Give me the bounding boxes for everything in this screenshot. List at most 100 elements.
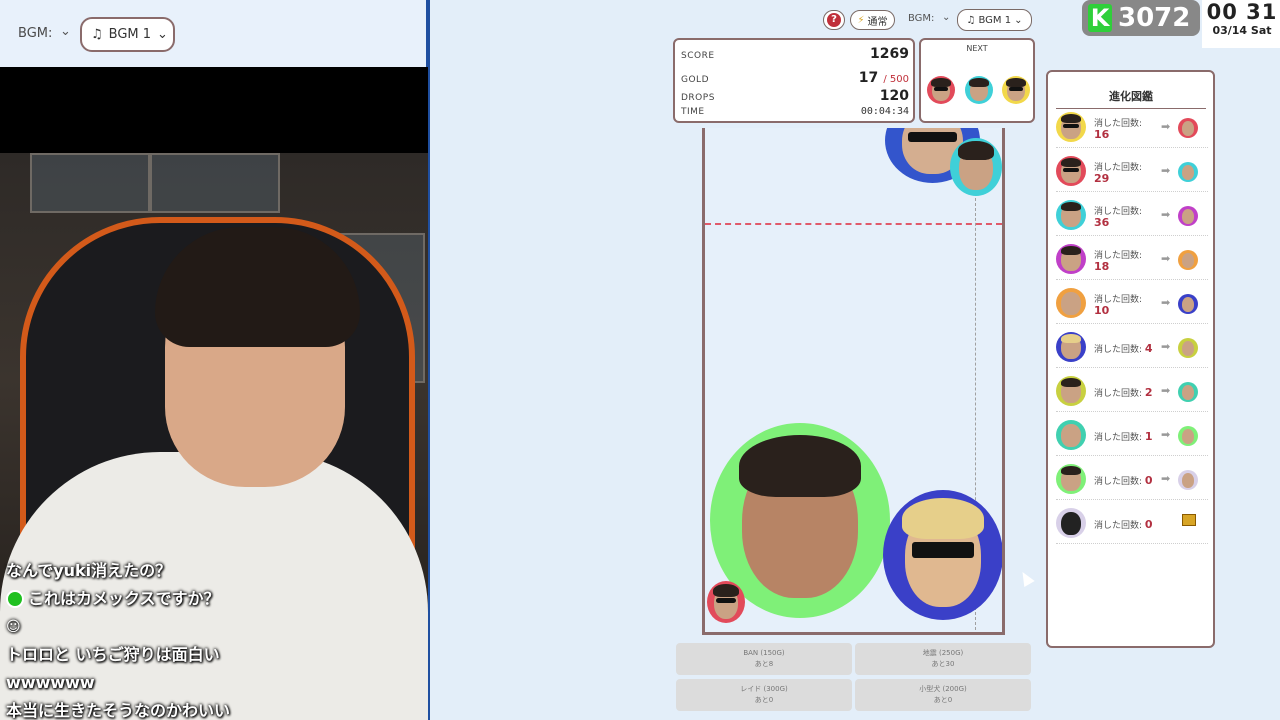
evo-count: 2 [1144,386,1153,399]
score-label: SCORE [681,51,715,61]
chat-text: wwwwww [6,673,95,692]
crown-icon [1182,514,1196,526]
evolution-row: 消した回数: 16 ➡ [1056,108,1208,148]
evolution-row: 消した回数: 0 ➡ [1056,460,1208,500]
evolution-panel: 進化図鑑 消した回数: 16 ➡ 消した回数: 29 ➡ 消した回数: 36 ➡ [1046,70,1215,648]
evo-count: 10 [1094,304,1110,317]
chevron-down-icon: ⌄ [1014,14,1023,26]
ban-button[interactable]: BAN (150G) あと8 [676,643,852,675]
evo-next-face [1178,382,1198,402]
evo-label: 消した回数: [1094,345,1143,355]
evo-count: 0 [1144,518,1153,531]
evo-next-face [1178,118,1198,138]
mouse-cursor-icon [1017,568,1035,588]
arrow-right-icon: ➡ [1161,340,1171,353]
game-area: ? ⚡ 通常 BGM: ⌄ ♫ BGM 1 ⌄ K 3072 00 31 03/… [428,0,1280,720]
arrow-right-icon: ➡ [1161,120,1171,133]
gold-max: / 500 [883,74,909,85]
evolution-row: 消した回数: 29 ➡ [1056,152,1208,192]
action-sub: あと30 [931,660,955,668]
k-logo-icon: K [1088,4,1112,32]
evo-face [1056,376,1086,406]
board-face-medium [883,490,1002,620]
chat-message: ☺ [6,613,426,641]
evo-face [1056,156,1086,186]
gold-row: GOLD 17 / 500 [681,67,909,86]
evo-inline: 消した回数: 0 [1094,474,1153,487]
lightning-icon: ⚡ [857,14,865,26]
score-row: SCORE 1269 [681,46,909,62]
webcam-feed: なんでyuki消えたの？ これはカメックスですか？ ☺ トロロと いちご狩りは面… [0,67,428,720]
evo-face [1056,332,1086,362]
next-face-2 [965,76,993,104]
game-bgm-select[interactable]: ♫ BGM 1 ⌄ [957,9,1032,31]
evo-label: 消した回数: [1094,521,1143,531]
evo-label: 消した回数: [1094,477,1143,487]
action-sub: あと0 [754,696,774,704]
evolution-row: 消した回数: 18 ➡ [1056,240,1208,280]
drops-row: DROPS 120 [681,88,909,104]
evo-count: 16 [1094,128,1110,141]
evo-count: 4 [1144,342,1153,355]
earthquake-button[interactable]: 地震 (250G) あと30 [855,643,1031,675]
arrow-right-icon: ➡ [1161,164,1171,177]
help-button[interactable]: ? [823,10,845,30]
evo-face [1056,508,1086,538]
evolution-row: 消した回数: 4 ➡ [1056,328,1208,368]
shelf-cell [150,153,280,213]
arrow-right-icon: ➡ [1161,428,1171,441]
chat-text: トロロと いちご狩りは面白い [6,645,220,664]
action-sub: あと0 [933,696,953,704]
evo-inline: 消した回数: 2 [1094,386,1153,399]
evo-inline: 消した回数: 0 [1094,518,1153,531]
action-sub: あと8 [754,660,774,668]
evo-next-face [1178,338,1198,358]
music-note-icon: ♫ [91,27,103,42]
arrow-right-icon: ➡ [1161,384,1171,397]
counter-value: 3072 [1118,3,1191,33]
stream-bgm-value: BGM 1 [108,27,152,42]
chat-message: これはカメックスですか？ [6,585,426,613]
stream-bgm-select[interactable]: ♫ BGM 1 ⌄ [80,17,175,52]
arrow-right-icon: ➡ [1161,472,1171,485]
chevron-down-icon: ⌄ [942,12,951,23]
clock-date: 03/14 Sat [1212,24,1272,37]
game-bgm-value: BGM 1 [978,14,1012,26]
next-label: NEXT [966,44,988,53]
raid-button[interactable]: レイド (300G) あと0 [676,679,852,711]
board-face-small [707,581,745,623]
next-face-3 [1002,76,1030,104]
stream-pane: BGM: ⌄ ♫ BGM 1 ⌄ なんでyuki消えたの？ これはカメックスです… [0,0,428,720]
time-label: TIME [681,107,705,117]
action-name: 小型犬 (200G) [919,685,967,693]
game-bgm-label: BGM: [908,13,935,24]
arrow-right-icon: ➡ [1161,296,1171,309]
mode-button[interactable]: ⚡ 通常 [850,10,895,30]
evolution-row: 消した回数: 36 ➡ [1056,196,1208,236]
drop-preview-face-small [950,138,1002,196]
evo-next-face [1178,206,1198,226]
chat-message: wwwwww [6,669,426,697]
evo-face [1056,420,1086,450]
evo-face [1056,200,1086,230]
chat-text: 本当に生きたそうなのかわいい [6,701,231,720]
game-board[interactable] [702,128,1005,635]
stream-bgm-label: BGM: [18,26,53,41]
next-face-1 [927,76,955,104]
next-panel: NEXT [919,38,1035,123]
score-value: 1269 [870,46,909,62]
clock-widget: 00 31 03/14 Sat [1202,0,1280,48]
evo-face [1056,244,1086,274]
chat-overlay: なんでyuki消えたの？ これはカメックスですか？ ☺ トロロと いちご狩りは面… [6,557,426,720]
arrow-right-icon: ➡ [1161,208,1171,221]
drops-value: 120 [879,88,909,104]
evolution-row: 消した回数: 10 ➡ [1056,284,1208,324]
user-avatar-icon: ☺ [6,619,21,635]
viewer-counter: K 3072 [1082,0,1200,36]
clock-time: 00 31 [1206,0,1278,24]
small-dog-button[interactable]: 小型犬 (200G) あと0 [855,679,1031,711]
chat-message: トロロと いちご狩りは面白い [6,641,426,669]
stats-panel: SCORE 1269 GOLD 17 / 500 DROPS 120 TIME … [673,38,915,123]
evo-count: 0 [1144,474,1153,487]
mode-label: 通常 [867,16,888,28]
